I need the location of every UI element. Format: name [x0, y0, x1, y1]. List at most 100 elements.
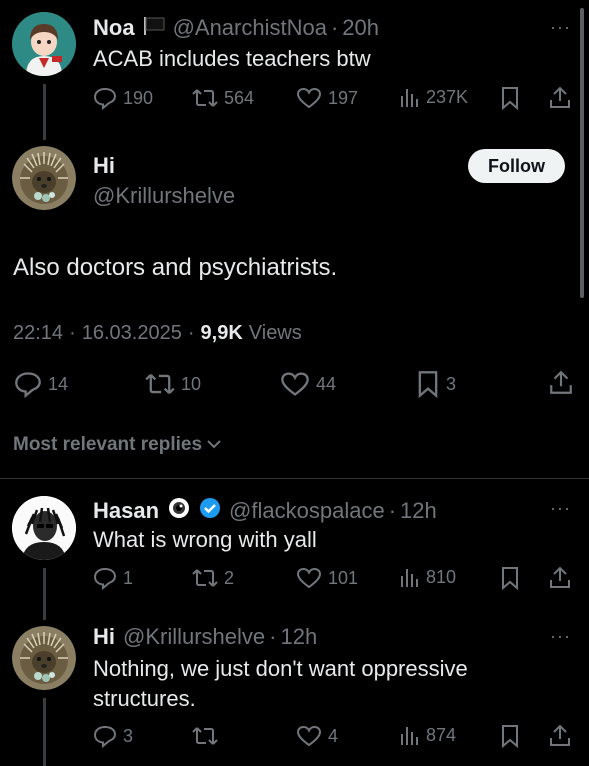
main-bookmark-button[interactable]: 3	[416, 370, 456, 398]
main-tweet-views-count: 9,9K	[200, 322, 243, 344]
reply1-retweet-button[interactable]: 2	[192, 566, 234, 590]
reply1-author-name[interactable]: Hasan	[93, 498, 159, 524]
views-chart-icon	[400, 86, 420, 108]
black-flag-icon	[143, 16, 165, 40]
reply2-reply-button[interactable]: 3	[93, 724, 133, 748]
tweet1-retweet-button[interactable]: 564	[192, 86, 254, 110]
avatar-hasan[interactable]	[12, 496, 76, 560]
reply1-separator: ·	[388, 497, 397, 523]
main-share-button[interactable]	[548, 370, 574, 396]
reply-icon	[93, 86, 117, 110]
verified-badge-icon	[199, 497, 221, 524]
main-retweet-count: 10	[181, 373, 202, 394]
reply1-text: What is wrong with yall	[93, 527, 317, 552]
heart-icon	[296, 86, 322, 110]
tweet1-like-count: 197	[328, 87, 359, 108]
thread-line	[43, 698, 46, 766]
main-bookmark-count: 3	[446, 373, 457, 394]
main-tweet-date[interactable]: 16.03.2025	[82, 322, 182, 345]
tweet1-bookmark-button[interactable]	[500, 86, 520, 110]
retweet-icon	[192, 86, 218, 110]
reply2-views-button[interactable]: 874	[400, 724, 456, 746]
tweet1-reply-button[interactable]: 190	[93, 86, 153, 110]
reply1-retweet-count: 2	[224, 567, 235, 588]
reply1-reply-count: 1	[123, 567, 134, 588]
more-options-icon[interactable]: ···	[550, 17, 571, 38]
main-like-count: 44	[316, 373, 337, 394]
reply2-time[interactable]: 12h	[280, 624, 317, 650]
reply2-like-button[interactable]: 4	[296, 724, 338, 748]
follow-button[interactable]: Follow	[468, 149, 565, 183]
tweet1-reply-count: 190	[123, 87, 154, 108]
more-options-icon[interactable]: ···	[550, 626, 571, 647]
reply-icon	[93, 724, 117, 748]
share-icon	[548, 566, 572, 590]
tweet1-handle[interactable]: @AnarchistNoa	[173, 15, 327, 41]
more-options-icon[interactable]: ···	[550, 498, 571, 519]
reply1-like-button[interactable]: 101	[296, 566, 358, 590]
meta-separator: ·	[69, 322, 76, 344]
reply2-bookmark-button[interactable]	[500, 724, 520, 748]
share-icon	[548, 86, 572, 110]
reply2-view-count: 874	[426, 724, 457, 745]
reply-icon	[93, 566, 117, 590]
reply2-separator: ·	[269, 624, 277, 649]
reply2-handle[interactable]: @Krillurshelve	[123, 624, 265, 650]
eye-emoji-icon	[167, 496, 191, 525]
reply1-view-count: 810	[426, 566, 457, 587]
tweet1-view-count: 237K	[426, 86, 469, 107]
main-reply-button[interactable]: 14	[14, 370, 68, 398]
reply2-header: Hi @Krillurshelve · 12h	[93, 624, 317, 650]
bookmark-icon	[500, 566, 520, 590]
tweet1-separator: ·	[330, 15, 339, 40]
reply1-handle[interactable]: @flackospalace	[229, 498, 385, 524]
tweet1-text: ACAB includes teachers btw	[93, 46, 371, 71]
reply2-like-count: 4	[328, 725, 339, 746]
chevron-down-icon	[206, 434, 222, 456]
avatar-noa[interactable]	[12, 12, 76, 76]
tweet1-like-button[interactable]: 197	[296, 86, 358, 110]
reply2-text-line2: structures.	[93, 686, 196, 711]
thread-line	[43, 84, 46, 140]
replies-sort-label: Most relevant replies	[13, 434, 203, 455]
main-tweet-meta: 22:14 · 16.03.2025 · 9,9K Views	[13, 322, 302, 345]
main-like-button[interactable]: 44	[280, 370, 336, 398]
share-icon	[548, 724, 572, 748]
thread-line	[43, 568, 46, 620]
reply2-share-button[interactable]	[548, 724, 572, 748]
tweet1-share-button[interactable]	[548, 86, 572, 110]
replies-sort-dropdown[interactable]: Most relevant replies	[13, 434, 222, 456]
reply1-time[interactable]: 12h	[400, 498, 437, 524]
scrollbar[interactable]	[580, 8, 584, 298]
main-reply-count: 14	[48, 373, 69, 394]
main-tweet-text: Also doctors and psychiatrists.	[13, 254, 338, 281]
main-author-handle[interactable]: @Krillurshelve	[93, 183, 235, 209]
reply1-like-count: 101	[328, 567, 359, 588]
tweet1-author-name[interactable]: Noa	[93, 15, 135, 41]
reply2-reply-count: 3	[123, 725, 134, 746]
main-retweet-button[interactable]: 10	[145, 370, 201, 398]
bookmark-icon	[500, 86, 520, 110]
retweet-icon	[192, 724, 218, 748]
main-author-name[interactable]: Hi	[93, 153, 115, 179]
reply1-header: Hasan @flackospalace · 12h	[93, 496, 437, 525]
tweet1-views-button[interactable]: 237K	[400, 86, 468, 108]
reply1-views-button[interactable]: 810	[400, 566, 456, 588]
share-icon	[548, 370, 574, 396]
heart-icon	[296, 724, 322, 748]
avatar-krillurshelve[interactable]	[12, 626, 76, 690]
reply-icon	[14, 370, 42, 398]
reply2-retweet-button[interactable]	[192, 724, 218, 748]
tweet1-header: Noa @AnarchistNoa · 20h	[93, 15, 379, 41]
main-tweet-views-label: Views	[248, 322, 302, 344]
views-chart-icon	[400, 566, 420, 588]
reply1-bookmark-button[interactable]	[500, 566, 520, 590]
tweet1-time[interactable]: 20h	[342, 15, 379, 41]
retweet-icon	[145, 370, 175, 398]
reply1-share-button[interactable]	[548, 566, 572, 590]
reply1-reply-button[interactable]: 1	[93, 566, 133, 590]
avatar-krillurshelve[interactable]	[12, 146, 76, 210]
main-tweet-time[interactable]: 22:14	[13, 322, 63, 345]
divider	[0, 478, 589, 479]
reply2-author-name[interactable]: Hi	[93, 624, 115, 650]
